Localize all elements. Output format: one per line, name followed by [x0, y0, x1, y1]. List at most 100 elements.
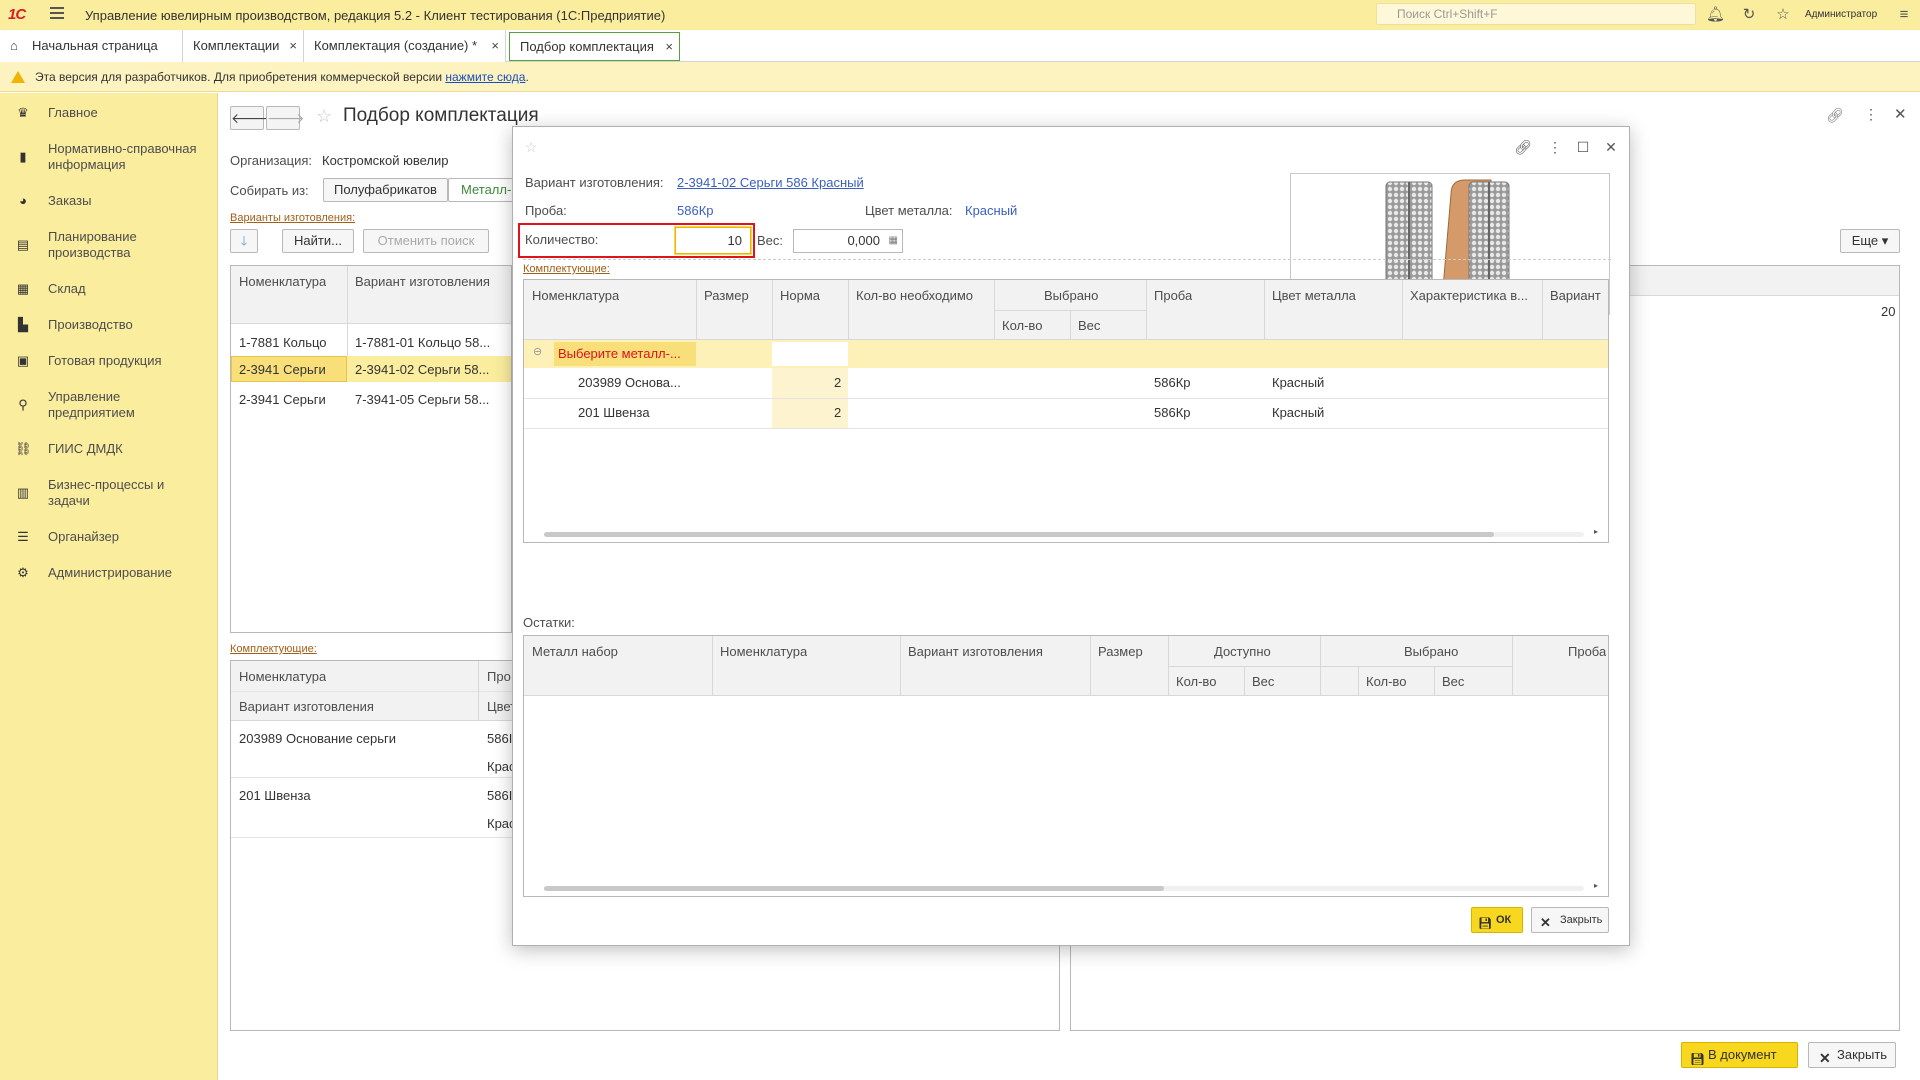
sidebar-item-admin[interactable]: ⚙ Администрирование — [0, 565, 218, 585]
favorite-star-icon[interactable]: ☆ — [316, 106, 332, 127]
close-icon[interactable]: × — [289, 30, 297, 62]
column-header[interactable]: Цвет металла — [1272, 288, 1356, 303]
column-header[interactable]: Номенклатура — [239, 274, 326, 289]
column-header[interactable]: Выбрано — [1404, 644, 1458, 659]
column-header[interactable]: Норма — [780, 288, 820, 303]
history-icon[interactable]: ↻ — [1740, 6, 1758, 24]
star-icon[interactable]: ☆ — [1774, 6, 1792, 24]
ok-button[interactable]: 💾︎ ОК — [1471, 907, 1523, 933]
table-cell[interactable]: 586Кр — [1154, 405, 1191, 420]
calculator-icon[interactable]: ▦ — [889, 230, 898, 252]
column-header[interactable]: Выбрано — [1044, 288, 1098, 303]
tab-komplektaciya-new[interactable]: Комплектация (создание) * × — [304, 30, 506, 62]
column-header[interactable]: Номенклатура — [720, 644, 807, 659]
column-header[interactable]: Вариант изготовления — [355, 274, 490, 289]
sidebar-item-bp[interactable]: ▥ Бизнес-процессы и задачи — [0, 477, 218, 513]
tab-metal[interactable]: Металл- — [448, 178, 514, 202]
search-input[interactable]: Поиск Ctrl+Shift+F — [1376, 3, 1696, 25]
horizontal-scrollbar[interactable] — [544, 532, 1584, 537]
table-cell[interactable]: 201 Швенза — [578, 405, 694, 420]
sidebar-item-main[interactable]: ♛ Главное — [0, 105, 218, 125]
weight-input[interactable]: 0,000 ▦ — [793, 229, 903, 253]
more-button[interactable]: Еще ▾ — [1840, 229, 1900, 253]
components-link[interactable]: Комплектующие: — [523, 263, 610, 275]
move-down-button[interactable]: 🡓 — [230, 229, 258, 253]
column-header[interactable]: Кол-во — [1366, 674, 1406, 689]
tab-semifinished[interactable]: Полуфабрикатов — [323, 178, 448, 202]
column-header[interactable]: Кол-во — [1002, 318, 1042, 333]
close-form-icon[interactable]: ✕ — [1894, 105, 1907, 123]
table-cell[interactable]: 1-7881-01 Кольцо 58... — [355, 335, 505, 350]
sidebar-item-organizer[interactable]: ☰ Органайзер — [0, 529, 218, 549]
scroll-right-icon[interactable]: ▸ — [1594, 527, 1598, 536]
bell-icon[interactable]: 🔔︎ — [1706, 6, 1725, 24]
sidebar-item-products[interactable]: ▣ Готовая продукция — [0, 353, 218, 373]
more-vertical-icon[interactable]: ⋮ — [1864, 106, 1878, 123]
sidebar-item-giis[interactable]: ⛓ ГИИС ДМДК — [0, 441, 218, 461]
back-button[interactable]: 🡐 — [230, 106, 269, 130]
favorite-star-icon[interactable]: ☆ — [521, 137, 541, 157]
sidebar-item-nsi[interactable]: ▮ Нормативно-справочная информация — [0, 141, 218, 177]
more-vertical-icon[interactable]: ⋮ — [1545, 137, 1565, 157]
tab-home[interactable]: ⌂ Начальная страница — [0, 30, 183, 62]
group-cell[interactable]: Выберите металл-... — [558, 346, 694, 361]
maximize-icon[interactable]: ☐ — [1573, 137, 1593, 157]
find-button[interactable]: Найти... — [282, 229, 354, 253]
column-header[interactable]: Вес — [1078, 318, 1100, 333]
link-icon[interactable]: 🔗︎ — [1826, 107, 1844, 124]
dialog-close-button[interactable]: ✕ Закрыть — [1531, 907, 1609, 933]
column-header[interactable]: Вариант изготовления — [908, 644, 1043, 659]
table-cell[interactable]: 2-3941-02 Серьги 58... — [355, 362, 505, 377]
sidebar-item-management[interactable]: ⚲ Управление предприятием — [0, 389, 218, 425]
table-cell[interactable]: 201 Швенза — [239, 788, 311, 803]
column-header[interactable]: Вариант изготовления — [239, 699, 374, 714]
close-icon[interactable]: × — [665, 33, 673, 61]
column-header[interactable]: Номенклатура — [239, 669, 326, 684]
table-cell[interactable]: 7-3941-05 Серьги 58... — [355, 392, 505, 407]
close-button[interactable]: ✕ Закрыть — [1808, 1042, 1896, 1068]
table-cell[interactable]: 20 — [1881, 304, 1895, 319]
close-dialog-icon[interactable]: ✕ — [1601, 137, 1621, 157]
column-header[interactable]: Про — [487, 669, 511, 684]
variant-link[interactable]: 2-3941-02 Серьги 586 Красный — [677, 175, 864, 190]
sidebar-item-orders[interactable]: ◕ Заказы — [0, 193, 218, 213]
table-cell[interactable]: 586I — [487, 788, 512, 803]
variants-link[interactable]: Варианты изготовления: — [230, 212, 355, 224]
table-cell[interactable]: 586Кр — [1154, 375, 1191, 390]
sidebar-item-warehouse[interactable]: ▦ Склад — [0, 281, 218, 301]
table-cell[interactable]: 2-3941 Серьги — [239, 392, 326, 407]
column-header[interactable]: Вариант — [1550, 288, 1606, 303]
to-document-button[interactable]: 💾︎ В документ — [1681, 1042, 1798, 1068]
table-cell[interactable]: 586I — [487, 731, 512, 746]
quantity-input[interactable]: 10 — [675, 227, 751, 254]
column-header[interactable]: Характеристика в... — [1410, 288, 1538, 303]
sidebar-item-planning[interactable]: ▤ Планирование производства — [0, 229, 218, 265]
close-icon[interactable]: × — [491, 30, 499, 62]
column-header[interactable]: Размер — [704, 288, 749, 303]
column-header[interactable]: Кол-во необходимо — [856, 288, 973, 303]
column-header[interactable]: Металл набор — [532, 644, 618, 659]
table-cell[interactable]: 203989 Основа... — [578, 375, 694, 390]
column-header[interactable]: Проба — [1568, 644, 1606, 659]
purchase-link[interactable]: нажмите сюда — [445, 70, 525, 84]
table-cell[interactable]: Красный — [1272, 405, 1324, 420]
column-header[interactable]: Кол-во — [1176, 674, 1216, 689]
user-name[interactable]: Администратор — [1805, 9, 1877, 20]
components-link[interactable]: Комплектующие: — [230, 643, 317, 655]
table-cell[interactable]: 1-7881 Кольцо — [239, 335, 327, 350]
table-cell[interactable]: Красный — [1272, 375, 1324, 390]
tab-komplektacii[interactable]: Комплектации × — [183, 30, 304, 62]
column-header[interactable]: Проба — [1154, 288, 1192, 303]
column-header[interactable]: Размер — [1098, 644, 1143, 659]
app-menu-icon[interactable]: ≡ — [1895, 6, 1913, 24]
scroll-right-icon[interactable]: ▸ — [1594, 881, 1598, 890]
forward-button[interactable]: 🡒 — [266, 106, 305, 130]
sidebar-item-production[interactable]: ▙ Производство — [0, 317, 218, 337]
table-cell[interactable]: 2 — [834, 375, 841, 390]
column-header[interactable]: Номенклатура — [532, 288, 619, 303]
link-icon[interactable]: 🔗︎ — [1513, 137, 1533, 157]
table-cell[interactable]: 203989 Основание серьги — [239, 731, 396, 746]
column-header[interactable]: Вес — [1442, 674, 1464, 689]
table-cell[interactable]: 2 — [834, 405, 841, 420]
menu-icon[interactable] — [50, 7, 64, 19]
